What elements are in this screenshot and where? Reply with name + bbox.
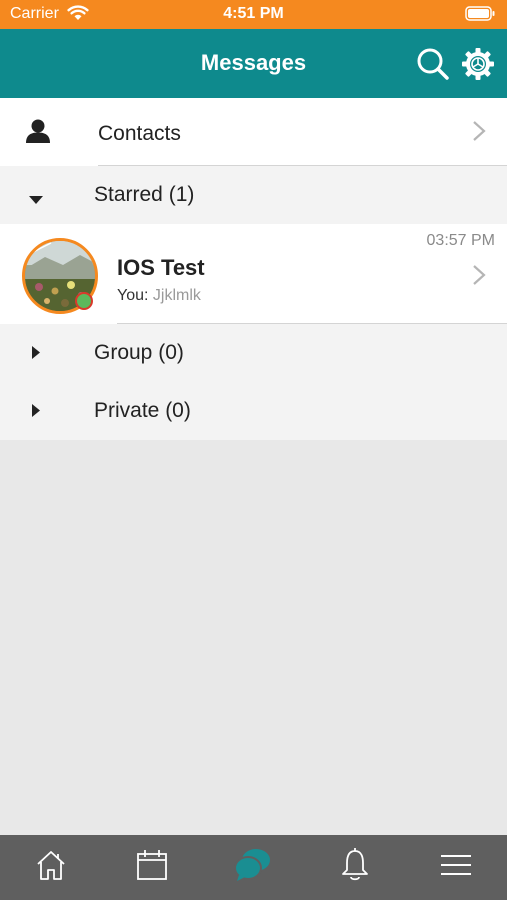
triangle-right-icon: [32, 346, 40, 364]
section-starred-label: Starred (1): [94, 183, 195, 206]
section-private-label: Private (0): [94, 399, 191, 422]
gear-icon[interactable]: [461, 47, 495, 86]
tab-menu[interactable]: [405, 835, 507, 900]
chat-sender: You:: [117, 287, 149, 304]
contacts-label: Contacts: [98, 122, 181, 145]
chat-message: Jjklmlk: [152, 287, 201, 304]
status-bar: Carrier 4:51 PM: [0, 0, 507, 29]
chevron-right-icon: [472, 264, 486, 291]
section-group[interactable]: Group (0): [0, 324, 507, 382]
triangle-down-icon: [29, 192, 43, 210]
calendar-icon: [135, 848, 169, 887]
tab-messages[interactable]: [202, 835, 303, 900]
menu-icon: [439, 852, 473, 883]
tab-home[interactable]: [0, 835, 101, 900]
clock: 4:51 PM: [223, 5, 284, 22]
messages-icon: [233, 847, 273, 888]
chat-timestamp: 03:57 PM: [426, 232, 495, 249]
tab-bar: [0, 835, 507, 900]
bell-icon: [339, 848, 371, 887]
contacts-row[interactable]: Contacts: [0, 98, 507, 166]
triangle-right-icon: [32, 404, 40, 422]
battery-icon: [465, 6, 495, 26]
nav-bar: Messages: [0, 29, 507, 98]
search-icon[interactable]: [416, 47, 450, 86]
online-status-indicator: [75, 292, 93, 310]
chevron-right-icon: [472, 120, 486, 147]
home-icon: [34, 848, 68, 887]
person-icon: [25, 118, 51, 149]
chat-row[interactable]: IOS Test You: Jjklmlk 03:57 PM: [0, 224, 507, 324]
chat-preview: You: Jjklmlk: [117, 287, 201, 305]
section-starred[interactable]: Starred (1): [0, 166, 507, 224]
tab-calendar[interactable]: [101, 835, 202, 900]
section-group-label: Group (0): [94, 341, 184, 364]
tab-notifications[interactable]: [304, 835, 405, 900]
section-private[interactable]: Private (0): [0, 382, 507, 440]
chat-name: IOS Test: [117, 255, 205, 280]
